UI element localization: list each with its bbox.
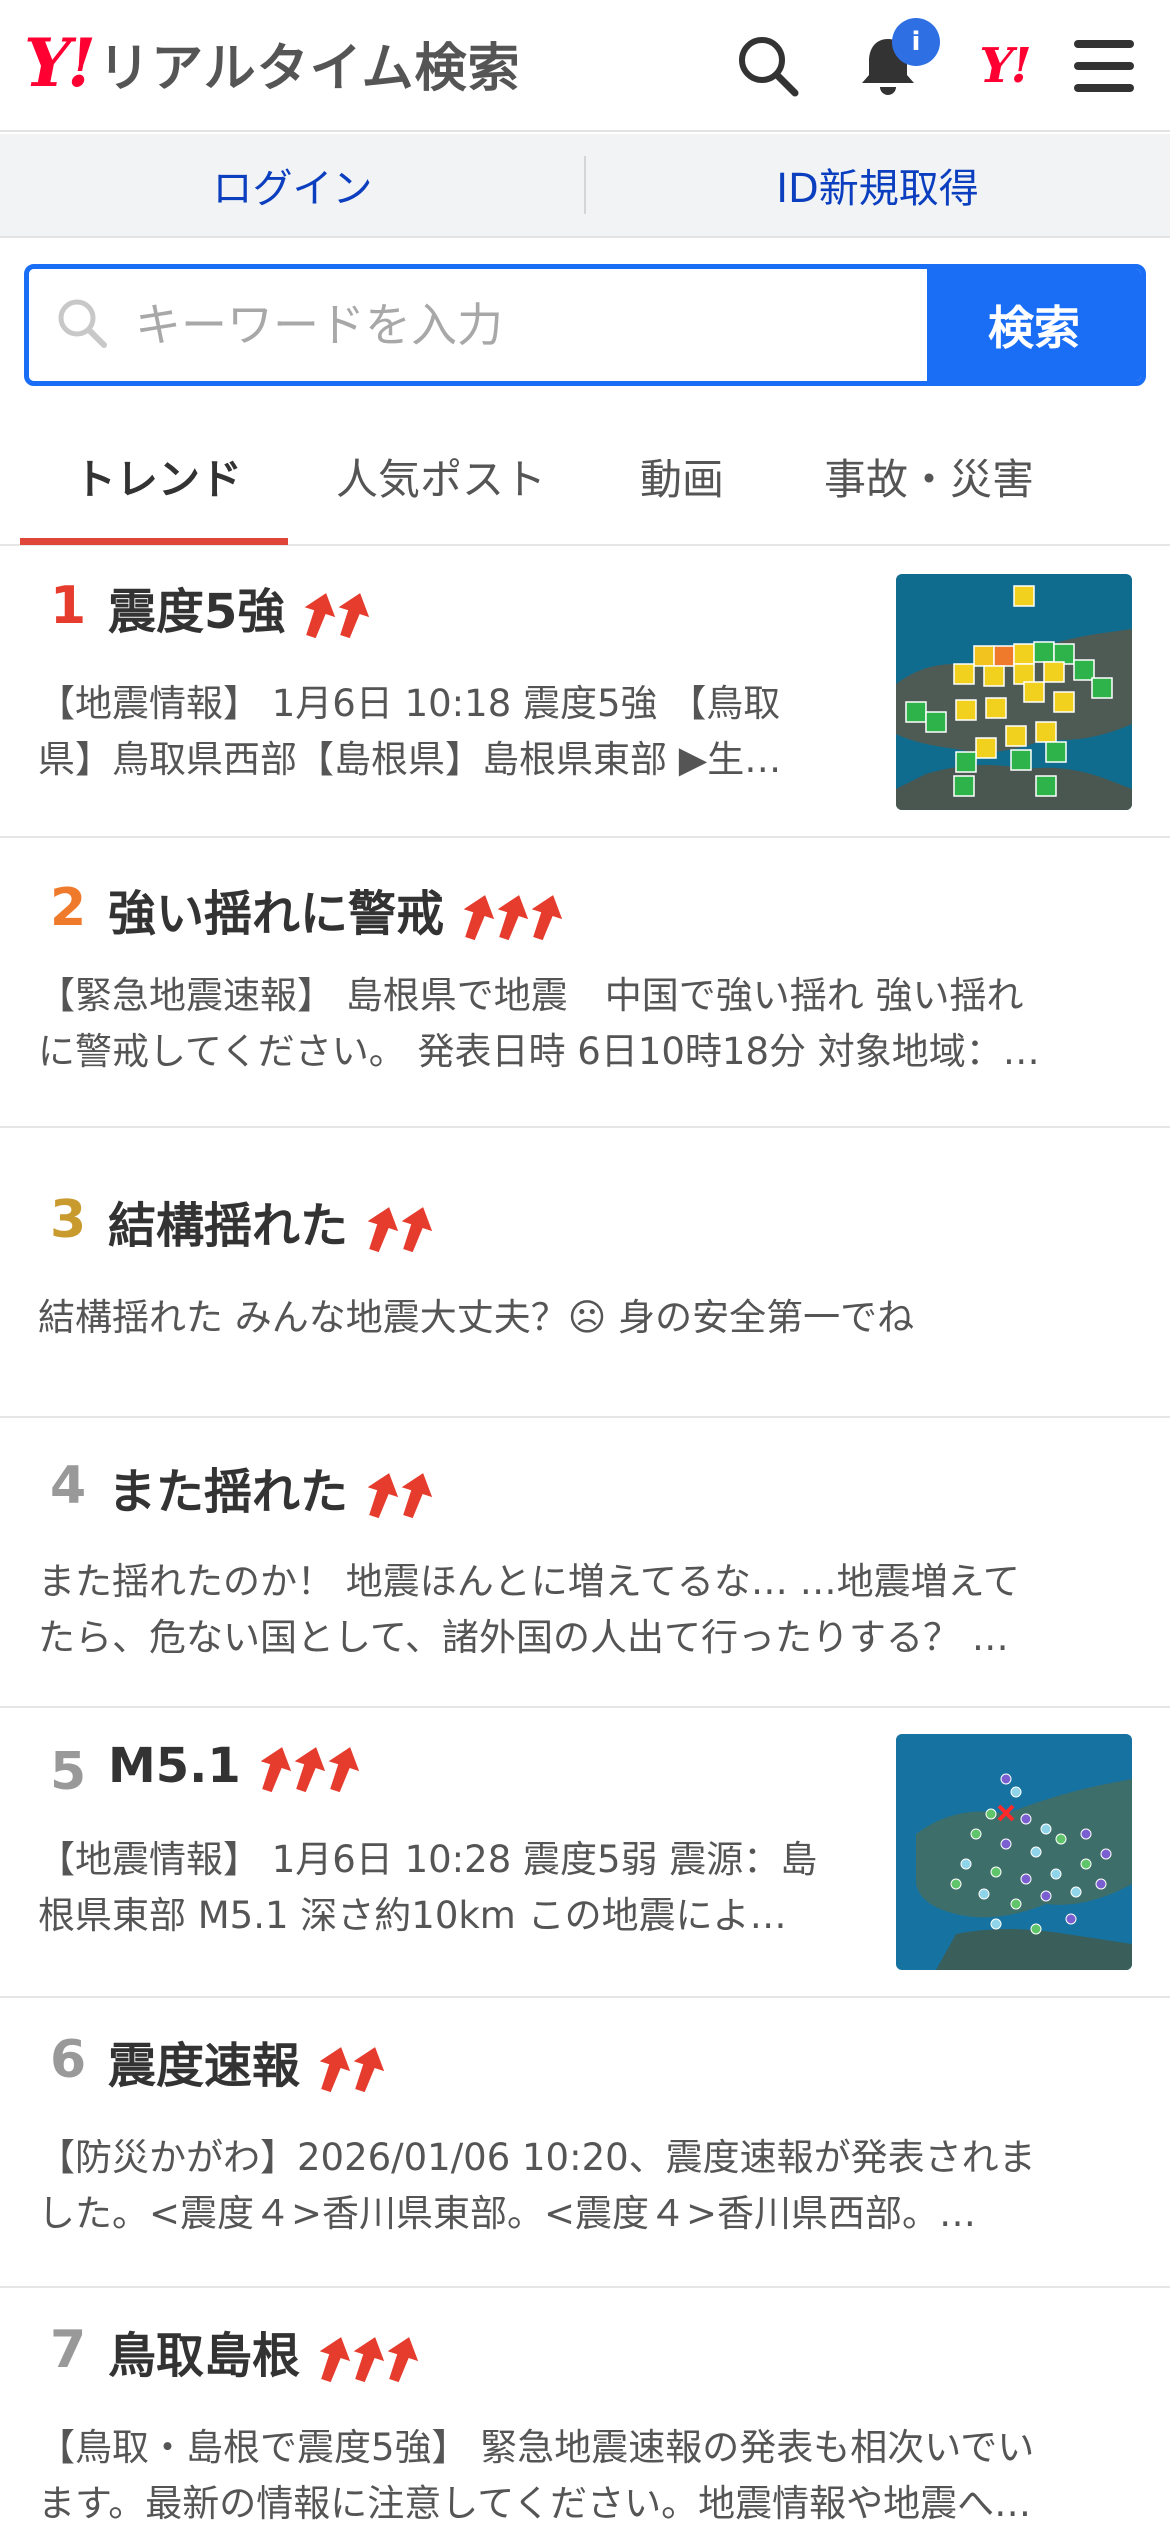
hamburger-menu-icon[interactable] bbox=[1068, 30, 1140, 102]
login-bar: ログイン ID新規取得 bbox=[0, 134, 1170, 238]
trend-item[interactable]: 2 強い揺れに警戒【緊急地震速報】 島根県で地震 中国で強い揺れ 強い揺れ に警戒し… bbox=[0, 838, 1170, 1128]
trend-title: 結構揺れた bbox=[108, 1198, 349, 1254]
login-link[interactable]: ログイン bbox=[0, 156, 585, 214]
trend-title: 鳥取島根 bbox=[108, 2328, 301, 2384]
search-input[interactable] bbox=[135, 298, 915, 352]
logo-text: リアルタイム検索 bbox=[98, 38, 521, 99]
trend-rank: 3 bbox=[50, 1190, 87, 1250]
epicenter-map-image bbox=[896, 1734, 1132, 1970]
rising-arrow-icon bbox=[339, 593, 370, 639]
notification-bell-icon[interactable]: i bbox=[852, 18, 940, 102]
trend-description-line: 【緊急地震速報】 島根県で地震 中国で強い揺れ 強い揺れ bbox=[38, 974, 1024, 1017]
search-box: 検索 bbox=[24, 264, 1146, 386]
trend-description: 【緊急地震速報】 島根県で地震 中国で強い揺れ 強い揺れ に警戒してください。 発… bbox=[38, 968, 1040, 1080]
trend-description: 【防災かがわ】2026/01/06 10:20、震度速報が発表されま した。<震度… bbox=[38, 2130, 1036, 2242]
trend-rising-arrows bbox=[362, 1204, 433, 1254]
trend-description-line: ます。最新の情報に注意してください。地震情報や地震へ… bbox=[38, 2482, 1032, 2525]
trend-rank: 5 bbox=[50, 1742, 87, 1802]
trend-title-row[interactable]: 結構揺れた bbox=[108, 1186, 433, 1256]
app-header: Y! リアルタイム検索 i Y! bbox=[0, 0, 1170, 132]
trend-description-line: した。<震度４>香川県東部。<震度４>香川県西部。… bbox=[38, 2192, 977, 2235]
trend-rank: 2 bbox=[50, 878, 87, 938]
seismic-intensity-map-image bbox=[896, 574, 1132, 810]
trend-rank: 4 bbox=[50, 1456, 87, 1516]
yahoo-realtime-logo[interactable]: Y! リアルタイム検索 bbox=[24, 24, 521, 102]
trend-thumbnail[interactable] bbox=[896, 1734, 1132, 1970]
search-icon[interactable] bbox=[732, 30, 804, 102]
trend-item[interactable]: 6 震度速報【防災かがわ】2026/01/06 10:20、震度速報が発表されまし… bbox=[0, 1998, 1170, 2288]
trend-description-line: 【鳥取・島根で震度5強】 緊急地震速報の発表も相次いでい bbox=[38, 2426, 1035, 2469]
search-field-icon bbox=[55, 296, 109, 354]
rising-arrow-icon bbox=[387, 2337, 419, 2383]
trend-description-line: また揺れたのか！ 地震ほんとに増えてるな… …地震増えて bbox=[38, 1560, 1020, 1603]
search-button[interactable]: 検索 bbox=[927, 269, 1141, 381]
trend-title-row[interactable]: 強い揺れに警戒 bbox=[108, 874, 563, 944]
trend-description-line: 根県東部 M5.1 深さ約10km この地震によ… bbox=[38, 1894, 787, 1937]
register-id-link[interactable]: ID新規取得 bbox=[585, 156, 1170, 214]
tab-popular-posts[interactable]: 人気ポスト bbox=[336, 446, 546, 507]
tab-videos[interactable]: 動画 bbox=[640, 446, 724, 507]
trend-thumbnail[interactable] bbox=[896, 574, 1132, 810]
trend-description-line: 【防災かがわ】2026/01/06 10:20、震度速報が発表されま bbox=[38, 2136, 1036, 2179]
trend-title: 震度5強 bbox=[108, 584, 286, 640]
trend-title-row[interactable]: 鳥取島根 bbox=[108, 2316, 419, 2386]
trend-rising-arrows bbox=[255, 1744, 359, 1794]
yahoo-japan-icon[interactable]: Y! bbox=[968, 30, 1040, 102]
login-bar-divider bbox=[584, 156, 586, 214]
trend-item[interactable]: 5 M5.1 【地震情報】 1月6日 10:28 震度5弱 震源：島 根県東部 M5.… bbox=[0, 1708, 1170, 1998]
trend-description: 結構揺れた みんな地震大丈夫？☹ 身の安全第一でね bbox=[38, 1290, 914, 1346]
active-tab-indicator bbox=[20, 538, 288, 545]
trend-rank: 1 bbox=[50, 576, 87, 636]
trend-rising-arrows bbox=[299, 590, 370, 640]
trend-title-row[interactable]: 震度5強 bbox=[108, 572, 370, 642]
trend-rising-arrows bbox=[314, 2334, 419, 2384]
trend-title: M5.1 bbox=[108, 1738, 241, 1794]
search-field-wrap[interactable] bbox=[29, 269, 927, 381]
trend-title: また揺れた bbox=[108, 1464, 349, 1520]
trend-item[interactable]: 7 鳥取島根【鳥取・島根で震度5強】 緊急地震速報の発表も相次いでい ます。最新の情… bbox=[0, 2288, 1170, 2532]
tab-accidents-disasters[interactable]: 事故・災害 bbox=[824, 446, 1034, 507]
trend-description-line: 結構揺れた みんな地震大丈夫？☹ 身の安全第一でね bbox=[38, 1296, 915, 1339]
trend-description-line: 県】鳥取県西部【島根県】島根県東部 ▶生… bbox=[38, 738, 782, 781]
trend-description-line: たら、危ない国として、諸外国の人出て行ったりする？ … bbox=[38, 1616, 1009, 1659]
trend-rising-arrows bbox=[362, 1470, 433, 1520]
trend-title-row[interactable]: また揺れた bbox=[108, 1452, 433, 1522]
notification-badge: i bbox=[892, 18, 940, 66]
trend-rising-arrows bbox=[458, 892, 563, 942]
trend-title-row[interactable]: 震度速報 bbox=[108, 2026, 385, 2096]
rising-arrow-icon bbox=[531, 895, 563, 941]
trend-item[interactable]: 1 震度5強【地震情報】 1月6日 10:18 震度5強 【鳥取 県】鳥取県西部【島… bbox=[0, 548, 1170, 838]
trend-description: 【地震情報】 1月6日 10:28 震度5弱 震源：島 根県東部 M5.1 深さ約… bbox=[38, 1832, 817, 1944]
trend-item[interactable]: 4 また揺れたまた揺れたのか！ 地震ほんとに増えてるな… …地震増えて たら、危ない… bbox=[0, 1418, 1170, 1708]
trend-rank: 6 bbox=[50, 2030, 87, 2090]
yahoo-logo-mark: Y! bbox=[24, 24, 96, 102]
trend-title: 強い揺れに警戒 bbox=[108, 886, 445, 942]
trend-description-line: 【地震情報】 1月6日 10:28 震度5弱 震源：島 bbox=[38, 1838, 818, 1881]
trend-rising-arrows bbox=[314, 2044, 385, 2094]
trend-description: 【地震情報】 1月6日 10:18 震度5強 【鳥取 県】鳥取県西部【島根県】島根… bbox=[38, 676, 781, 788]
trend-description-line: に警戒してください。 発表日時 6日10時18分 対象地域：… bbox=[38, 1030, 1040, 1073]
tab-trend[interactable]: トレンド bbox=[74, 446, 242, 507]
rising-arrow-icon bbox=[353, 2047, 385, 2093]
rising-arrow-icon bbox=[401, 1473, 433, 1519]
trend-description: 【鳥取・島根で震度5強】 緊急地震速報の発表も相次いでい ます。最新の情報に注意し… bbox=[38, 2420, 1034, 2532]
trend-title: 震度速報 bbox=[108, 2038, 301, 2094]
trend-title-row[interactable]: M5.1 bbox=[108, 1738, 359, 1794]
trend-list: 1 震度5強【地震情報】 1月6日 10:18 震度5強 【鳥取 県】鳥取県西部【島… bbox=[0, 548, 1170, 2532]
yahoo-japan-mark: Y! bbox=[979, 38, 1031, 94]
trend-rank: 7 bbox=[50, 2320, 87, 2380]
trend-description: また揺れたのか！ 地震ほんとに増えてるな… …地震増えて たら、危ない国として、諸… bbox=[38, 1554, 1020, 1666]
rising-arrow-icon bbox=[401, 1207, 433, 1253]
trend-description-line: 【地震情報】 1月6日 10:18 震度5強 【鳥取 bbox=[38, 682, 781, 725]
rising-arrow-icon bbox=[328, 1747, 359, 1793]
category-tabs: トレンド 人気ポスト 動画 事故・災害 bbox=[0, 410, 1170, 546]
trend-item[interactable]: 3 結構揺れた結構揺れた みんな地震大丈夫？☹ 身の安全第一でね bbox=[0, 1128, 1170, 1418]
